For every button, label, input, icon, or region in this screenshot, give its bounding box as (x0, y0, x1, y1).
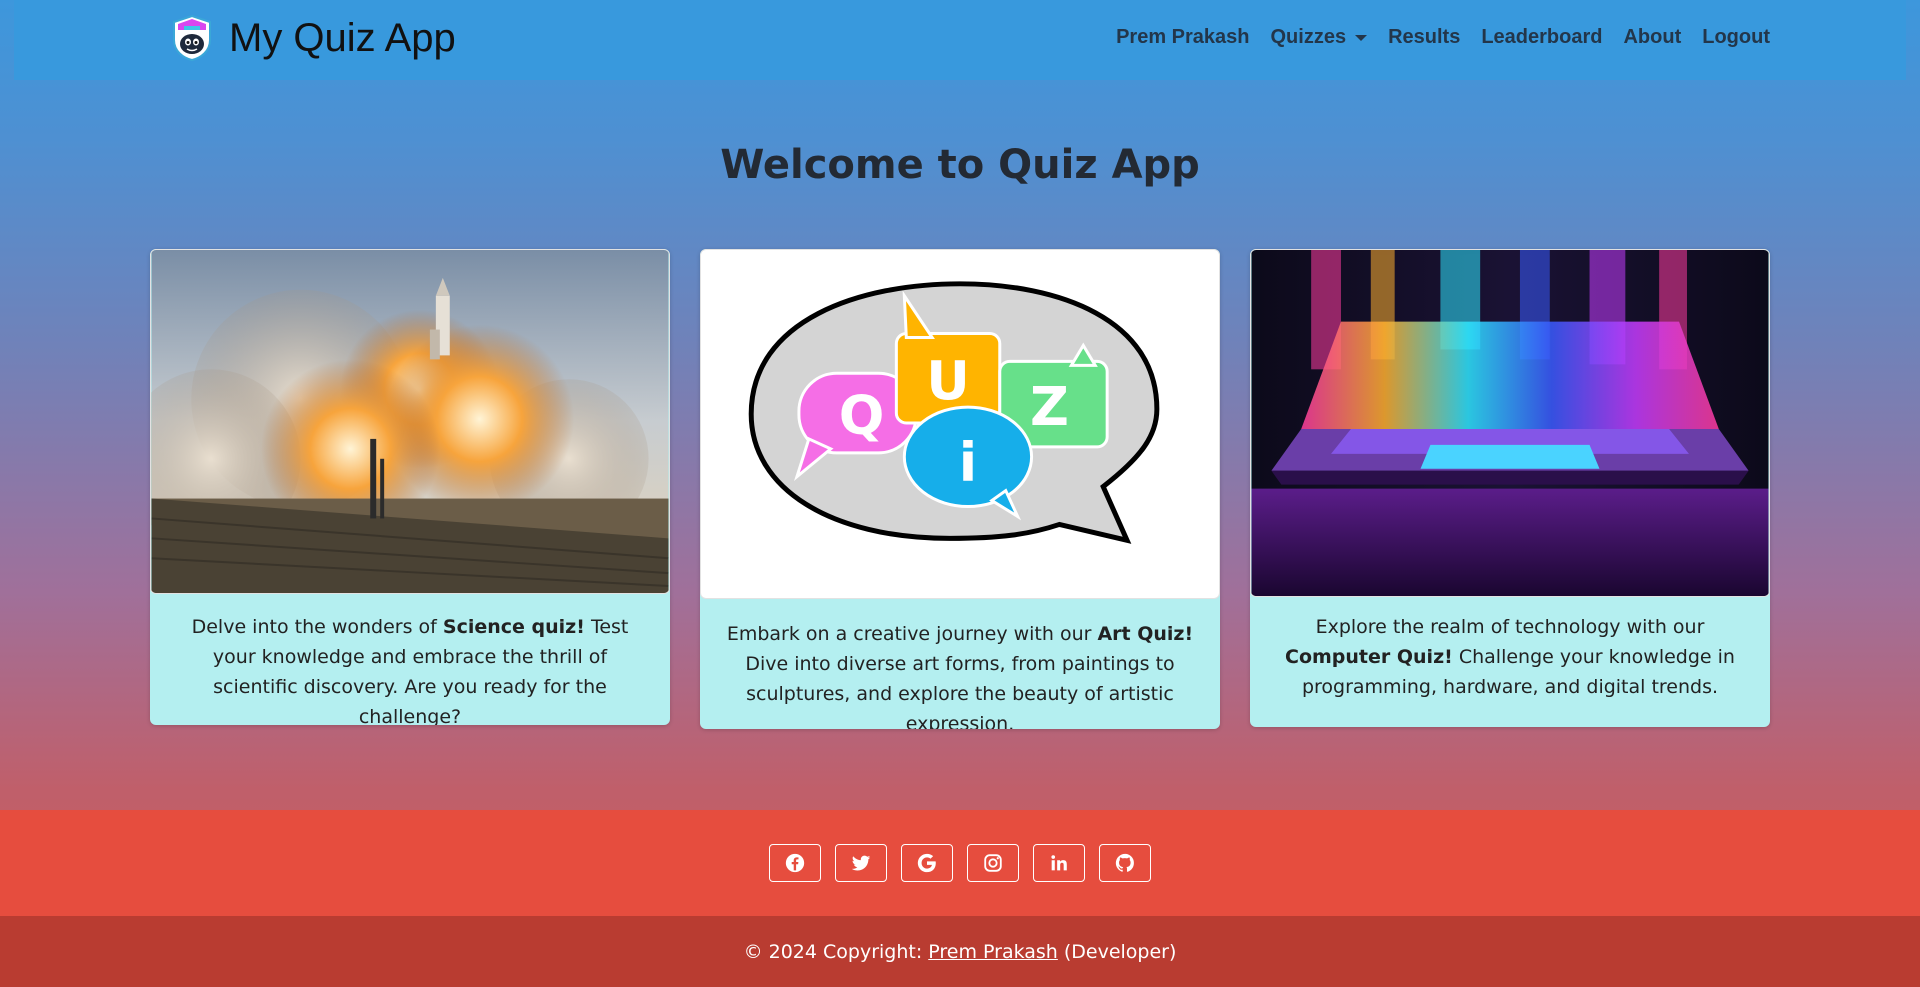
instagram-icon (984, 854, 1002, 872)
art-quiz-card[interactable]: Q U Z i Embark on a creative journey wit… (700, 249, 1220, 729)
quiz-mascot-logo-icon (173, 14, 211, 62)
nav-logout[interactable]: Logout (1702, 26, 1770, 49)
quiz-letter-u: U (926, 349, 970, 412)
linkedin-button[interactable] (1033, 844, 1085, 882)
nav-quizzes-label: Quizzes (1270, 26, 1347, 48)
nav-leaderboard[interactable]: Leaderboard (1481, 26, 1602, 49)
rocket-launch-image (150, 249, 670, 594)
developer-link[interactable]: Prem Prakash (928, 941, 1058, 963)
caret-down-icon (1355, 34, 1368, 41)
science-quiz-card[interactable]: Delve into the wonders of Science quiz! … (150, 249, 670, 725)
footer-copyright: © 2024 Copyright: Prem Prakash (Develope… (0, 916, 1920, 987)
github-icon (1115, 853, 1134, 872)
twitter-button[interactable] (835, 844, 887, 882)
footer-social (0, 810, 1920, 916)
github-button[interactable] (1099, 844, 1151, 882)
facebook-icon (785, 853, 805, 873)
card-text-bold: Art Quiz! (1097, 623, 1194, 645)
card-text-part: Explore the realm of technology with our (1315, 616, 1705, 638)
card-text-bold: Computer Quiz! (1285, 646, 1453, 668)
facebook-button[interactable] (769, 844, 821, 882)
quiz-letter-i: i (959, 431, 977, 494)
linkedin-icon (1051, 855, 1067, 871)
quiz-letter-z: Z (1030, 375, 1069, 438)
navbar: My Quiz App Prem Prakash Quizzes Results… (14, 0, 1906, 80)
card-text-part: Delve into the wonders of (191, 616, 443, 638)
brand[interactable]: My Quiz App (170, 12, 456, 64)
twitter-icon (851, 855, 871, 871)
nav-about[interactable]: About (1623, 26, 1681, 49)
card-text-part: Dive into diverse art forms, from painti… (745, 653, 1175, 729)
nav-results[interactable]: Results (1388, 26, 1460, 49)
art-card-text: Embark on a creative journey with our Ar… (700, 599, 1220, 729)
quiz-letter-q: Q (839, 384, 885, 447)
computer-card-text: Explore the realm of technology with our… (1250, 597, 1770, 702)
nav-quizzes-dropdown[interactable]: Quizzes (1271, 26, 1368, 49)
google-icon (917, 853, 936, 873)
computer-quiz-card[interactable]: Explore the realm of technology with our… (1250, 249, 1770, 727)
nav-links: Prem Prakash Quizzes Results Leaderboard… (1095, 26, 1770, 49)
page-title: Welcome to Quiz App (720, 142, 1200, 188)
science-card-text: Delve into the wonders of Science quiz! … (150, 594, 670, 725)
colorful-laptop-image (1250, 249, 1770, 597)
nav-user[interactable]: Prem Prakash (1116, 26, 1249, 49)
card-text-part: Embark on a creative journey with our (726, 623, 1098, 645)
quiz-speech-bubble-image: Q U Z i (700, 249, 1220, 599)
instagram-button[interactable] (967, 844, 1019, 882)
brand-title: My Quiz App (229, 15, 456, 60)
card-text-bold: Science quiz! (442, 616, 585, 638)
google-button[interactable] (901, 844, 953, 882)
copyright-prefix: © 2024 Copyright: (743, 940, 923, 963)
copyright-suffix: (Developer) (1063, 940, 1177, 963)
